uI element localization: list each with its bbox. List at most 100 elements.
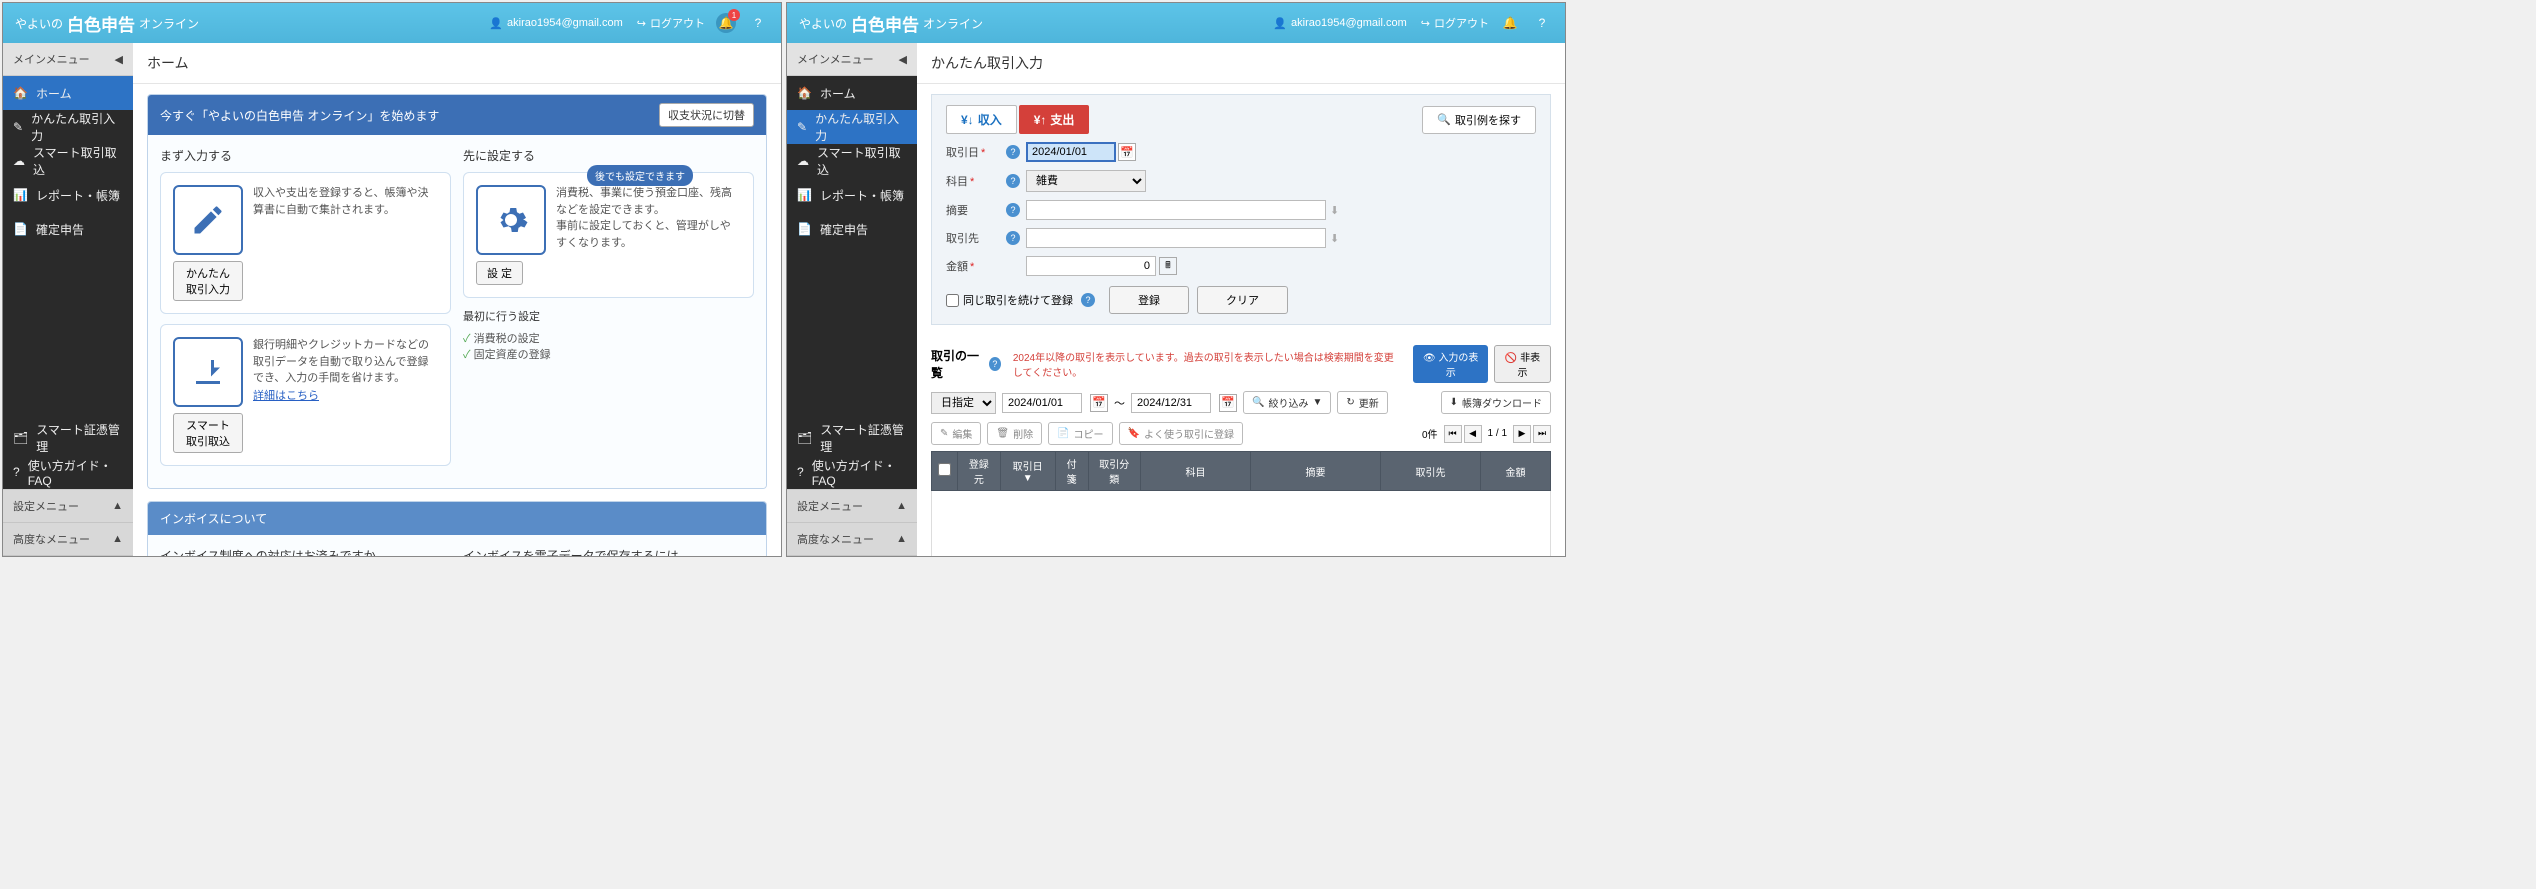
sidebar-item-guide-faq[interactable]: ? 使い方ガイド・FAQ: [3, 455, 133, 489]
filter-button[interactable]: 🔍 絞り込み ▼: [1243, 391, 1331, 414]
user-menu[interactable]: 👤 akirao1954@gmail.com: [1273, 17, 1406, 30]
sidebar-item-smart-import[interactable]: ☁ スマート取引取込: [3, 144, 133, 178]
transaction-list-section: 取引の一覧 ? 2024年以降の取引を表示しています。過去の取引を表示したい場合…: [931, 345, 1551, 556]
sidebar-advanced-menu[interactable]: 高度なメニュー ▲: [3, 523, 133, 556]
sidebar-item-reports[interactable]: 📊 レポート・帳簿: [787, 178, 917, 212]
invoice-card-header: インボイスについて: [160, 510, 267, 527]
settings-button[interactable]: 設 定: [476, 261, 523, 285]
sidebar-item-tax-return[interactable]: 📄 確定申告: [3, 212, 133, 246]
transaction-table: 登録元 取引日 ▼ 付箋 取引分類 科目 摘要 取引先 金額: [931, 451, 1551, 556]
dropdown-icon[interactable]: ⬇: [1330, 204, 1339, 217]
date-from-input[interactable]: [1002, 393, 1082, 413]
folder-icon: 🗂: [797, 431, 812, 445]
clear-button[interactable]: クリア: [1197, 286, 1288, 314]
logout-button[interactable]: ↪ ログアウト: [1421, 15, 1489, 31]
switch-view-button[interactable]: 収支状況に切替: [659, 103, 754, 127]
sidebar-main-menu-header[interactable]: メインメニュー ◀: [787, 43, 917, 76]
notification-bell[interactable]: 🔔: [1499, 12, 1521, 34]
copy-button[interactable]: 📄コピー: [1048, 422, 1112, 445]
sidebar-advanced-menu[interactable]: 高度なメニュー ▲: [787, 523, 917, 556]
calendar-icon[interactable]: 📅: [1219, 394, 1237, 412]
sidebar-settings-menu[interactable]: 設定メニュー ▲: [787, 490, 917, 523]
logout-icon: ↪: [637, 17, 646, 30]
sidebar-item-evidence[interactable]: 🗂 スマート証憑管理: [3, 421, 133, 455]
hide-button[interactable]: 🚫 非表示: [1494, 345, 1551, 383]
sidebar-item-reports[interactable]: 📊 レポート・帳簿: [3, 178, 133, 212]
date-to-input[interactable]: [1131, 393, 1211, 413]
sidebar-item-smart-import[interactable]: ☁ スマート取引取込: [787, 144, 917, 178]
date-input[interactable]: [1026, 142, 1116, 162]
app-title-suffix: オンライン: [139, 15, 199, 32]
help-subject-icon[interactable]: ?: [1006, 174, 1020, 188]
document-icon: 📄: [797, 222, 812, 236]
sidebar-item-tax-return[interactable]: 📄 確定申告: [787, 212, 917, 246]
tab-expense[interactable]: ¥↑ 支出: [1019, 105, 1090, 134]
user-menu[interactable]: 👤 akirao1954@gmail.com: [489, 17, 622, 30]
settings-balloon: 後でも設定できます: [587, 165, 693, 186]
help-button[interactable]: ?: [747, 12, 769, 34]
pager-next[interactable]: ▶: [1513, 425, 1531, 443]
invoice-left-q: インボイス制度への対応はお済みですか: [160, 547, 451, 556]
partner-input[interactable]: [1026, 228, 1326, 248]
question-icon: ?: [13, 465, 20, 479]
pencil-icon: ✎: [797, 120, 807, 134]
sidebar-item-easy-entry[interactable]: ✎ かんたん取引入力: [3, 110, 133, 144]
dropdown-icon[interactable]: ⬇: [1330, 232, 1339, 245]
delete-button[interactable]: 🗑削除: [987, 422, 1042, 445]
user-icon: 👤: [1273, 17, 1287, 30]
calculator-icon[interactable]: 🖩: [1159, 257, 1177, 275]
calendar-icon[interactable]: 📅: [1090, 394, 1108, 412]
continue-checkbox-label[interactable]: 同じ取引を続けて登録: [946, 292, 1073, 308]
pager-last[interactable]: ⏭: [1533, 425, 1551, 443]
help-list-icon[interactable]: ?: [989, 357, 1001, 371]
app-title-main: 白色申告: [67, 11, 135, 36]
pager[interactable]: ⏮ ◀ 1 / 1 ▶ ⏭: [1444, 425, 1551, 443]
easy-entry-box: かんたん取引入力 収入や支出を登録すると、帳簿や決算書に自動で集計されます。: [160, 172, 451, 314]
help-summary-icon[interactable]: ?: [1006, 203, 1020, 217]
sidebar-item-home[interactable]: 🏠 ホーム: [3, 76, 133, 110]
pager-prev[interactable]: ◀: [1464, 425, 1482, 443]
logout-icon: ↪: [1421, 17, 1430, 30]
summary-input[interactable]: [1026, 200, 1326, 220]
register-button[interactable]: 登録: [1109, 286, 1189, 314]
sidebar-item-home[interactable]: 🏠 ホーム: [787, 76, 917, 110]
subject-select[interactable]: 雑費: [1026, 170, 1146, 192]
sidebar-item-easy-entry[interactable]: ✎ かんたん取引入力: [787, 110, 917, 144]
expense-icon: ¥↑: [1034, 113, 1047, 127]
sidebar-item-evidence[interactable]: 🗂 スマート証憑管理: [787, 421, 917, 455]
refresh-icon: ↻: [1346, 397, 1354, 408]
edit-button[interactable]: ✎編集: [931, 422, 981, 445]
smart-import-button[interactable]: スマート取引取込: [173, 413, 243, 453]
first-settings-label: 先に設定する: [463, 147, 754, 164]
sidebar-main-menu-header[interactable]: メインメニュー ◀: [3, 43, 133, 76]
help-partner-icon[interactable]: ?: [1006, 231, 1020, 245]
main-content: かんたん取引入力 ¥↓ 収入 ¥↑ 支出 🔍 取引例を探す: [917, 43, 1565, 556]
help-button[interactable]: ?: [1531, 12, 1553, 34]
sidebar-item-guide-faq[interactable]: ? 使い方ガイド・FAQ: [787, 455, 917, 489]
favorite-button[interactable]: 🔖よく使う取引に登録: [1119, 422, 1243, 445]
notification-bell[interactable]: 🔔: [715, 12, 737, 34]
date-mode-select[interactable]: 日指定: [931, 392, 996, 414]
show-input-button[interactable]: 👁 入力の表示: [1413, 345, 1488, 383]
pager-first[interactable]: ⏮: [1444, 425, 1462, 443]
chevron-up-icon: ▲: [112, 533, 123, 545]
smart-import-detail-link[interactable]: 詳細はこちら: [253, 390, 319, 402]
select-all-checkbox[interactable]: [938, 463, 951, 476]
amount-input[interactable]: [1026, 256, 1156, 276]
calendar-icon[interactable]: 📅: [1118, 143, 1136, 161]
help-continue-icon[interactable]: ?: [1081, 293, 1095, 307]
app-title-prefix: やよいの: [799, 15, 847, 32]
logout-button[interactable]: ↪ ログアウト: [637, 15, 705, 31]
easy-entry-button[interactable]: かんたん取引入力: [173, 261, 243, 301]
download-button[interactable]: ⬇ 帳簿ダウンロード: [1441, 391, 1551, 414]
sidebar-settings-menu[interactable]: 設定メニュー ▲: [3, 490, 133, 523]
search-examples-button[interactable]: 🔍 取引例を探す: [1422, 106, 1536, 134]
smart-import-desc: 銀行明細やクレジットカードなどの取引データを自動で取り込んで登録でき、入力の手間…: [253, 337, 438, 387]
chevron-left-icon: ◀: [899, 53, 907, 66]
continue-checkbox[interactable]: [946, 294, 959, 307]
tab-income[interactable]: ¥↓ 収入: [946, 105, 1017, 134]
eye-icon: 👁: [1423, 353, 1436, 364]
update-button[interactable]: ↻ 更新: [1337, 391, 1387, 414]
app-window-home: やよいの 白色申告 オンライン 👤 akirao1954@gmail.com ↪…: [2, 2, 782, 557]
help-date-icon[interactable]: ?: [1006, 145, 1020, 159]
